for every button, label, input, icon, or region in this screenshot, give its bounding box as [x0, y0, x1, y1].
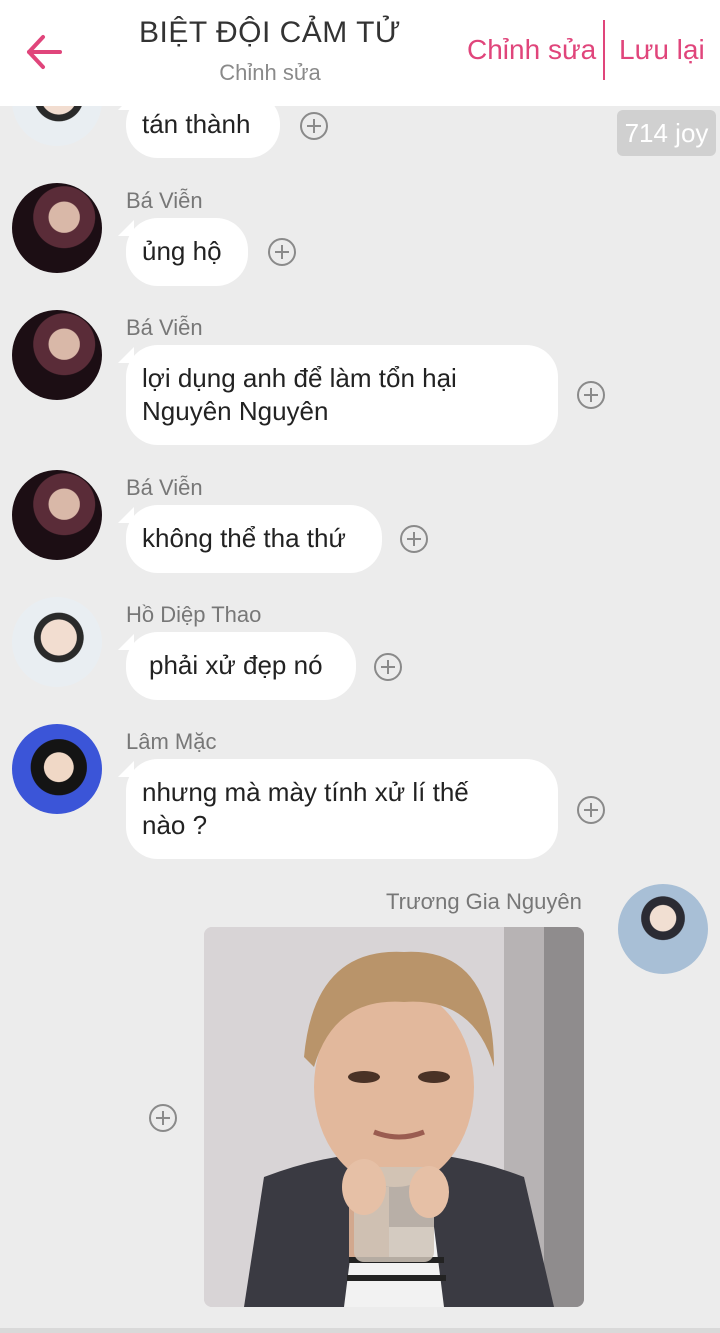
message-text: nhưng mà mày tính xử lí thế — [142, 777, 469, 807]
message-text: lợi dụng anh để làm tổn hại — [142, 363, 457, 393]
message-text: phải xử đẹp nó — [149, 650, 323, 680]
page-subtitle: Chỉnh sửa — [219, 60, 321, 85]
add-reaction-icon[interactable] — [577, 381, 605, 409]
message-bubble[interactable]: không thể tha thứ — [118, 505, 382, 573]
sender-name: Lâm Mặc — [126, 729, 217, 754]
sender-name: Bá Viễn — [126, 315, 203, 340]
edit-button[interactable]: Chỉnh sửa — [467, 34, 596, 66]
back-button[interactable] — [22, 30, 66, 74]
sender-name: Hồ Diệp Thao — [126, 602, 262, 627]
sender-name: Trương Gia Nguyên — [386, 889, 582, 914]
add-reaction-icon[interactable] — [374, 653, 402, 681]
message-bubble[interactable]: nhưng mà mày tính xử lí thế nào ? — [118, 759, 558, 859]
message-text: ủng hộ — [142, 236, 222, 266]
image-message[interactable] — [204, 927, 584, 1307]
message-bubble[interactable]: phải xử đẹp nó — [118, 632, 356, 700]
message-text: tán thành — [142, 109, 251, 139]
message-text: nào ? — [142, 810, 208, 840]
message-text: không thể tha thứ — [142, 523, 346, 553]
joy-badge: 714 joy — [617, 110, 716, 156]
add-reaction-icon[interactable] — [577, 796, 605, 824]
add-reaction-icon[interactable] — [268, 238, 296, 266]
sender-name: Bá Viễn — [126, 188, 203, 213]
avatar[interactable] — [12, 597, 102, 687]
message-bubble[interactable]: lợi dụng anh để làm tổn hại Nguyên Nguyê… — [118, 345, 558, 445]
avatar[interactable] — [12, 310, 102, 400]
save-button[interactable]: Lưu lại — [619, 34, 705, 66]
avatar[interactable] — [12, 470, 102, 560]
add-reaction-icon[interactable] — [400, 525, 428, 553]
sender-name: Bá Viễn — [126, 475, 203, 500]
add-reaction-icon[interactable] — [300, 112, 328, 140]
bottom-divider — [0, 1328, 720, 1333]
message-bubble[interactable]: ủng hộ — [118, 218, 248, 286]
page-title: BIỆT ĐỘI CẢM TỬ — [138, 16, 402, 49]
add-reaction-icon[interactable] — [149, 1104, 177, 1132]
message-text: Nguyên Nguyên — [142, 396, 329, 426]
chat-area[interactable]: tán thành 714 joy Bá Viễn ủng hộ Bá Viễn… — [0, 0, 720, 1333]
avatar[interactable] — [618, 884, 708, 974]
avatar[interactable] — [12, 183, 102, 273]
avatar[interactable] — [12, 724, 102, 814]
top-bar: BIỆT ĐỘI CẢM TỬ Chỉnh sửa Chỉnh sửa Lưu … — [0, 0, 720, 106]
photo-illustration — [204, 927, 584, 1307]
header-divider — [603, 20, 605, 80]
arrow-left-icon — [27, 35, 62, 69]
